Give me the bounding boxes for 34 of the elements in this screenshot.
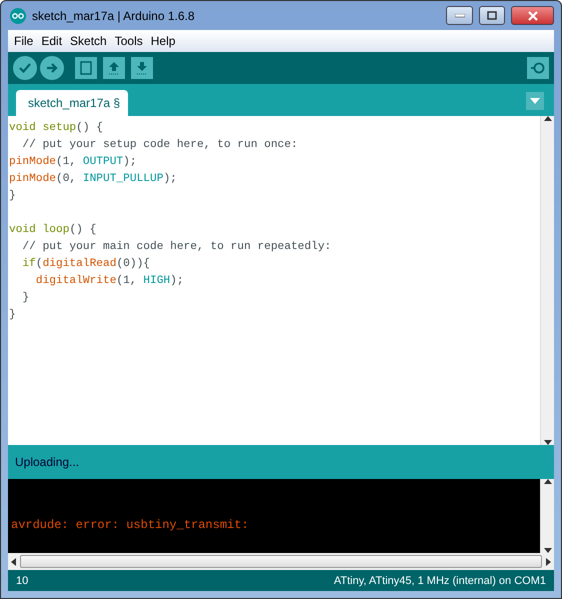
- menu-item[interactable]: File: [10, 34, 38, 48]
- arrow-up-icon: [108, 61, 120, 75]
- minimize-button[interactable]: [446, 6, 473, 25]
- sketch-tab[interactable]: sketch_mar17a §: [16, 90, 128, 116]
- scroll-left-icon[interactable]: [11, 558, 16, 566]
- close-button[interactable]: [511, 6, 554, 25]
- arrow-right-icon: [46, 63, 58, 73]
- board-info: ATtiny, ATtiny45, 1 MHz (internal) on COM1: [334, 574, 546, 586]
- arrow-down-icon: [136, 61, 148, 75]
- save-button[interactable]: [131, 57, 153, 79]
- checkmark-icon: [19, 63, 31, 73]
- menu-item[interactable]: Tools: [110, 34, 147, 48]
- new-button[interactable]: [75, 57, 97, 79]
- document-icon: [80, 61, 92, 75]
- console-line: avrdude: error: usbtiny_transmit:: [11, 518, 250, 532]
- logo-icon: [10, 8, 26, 24]
- scroll-right-icon[interactable]: [546, 558, 551, 566]
- minimize-icon: [454, 14, 464, 18]
- close-icon: [528, 10, 538, 20]
- maximize-button[interactable]: [479, 6, 505, 25]
- upload-button[interactable]: [40, 56, 64, 80]
- open-button[interactable]: [103, 57, 125, 79]
- window-title: sketch_mar17a | Arduino 1.6.8: [32, 8, 196, 22]
- magnifier-icon: [530, 61, 546, 75]
- line-number: 10: [16, 574, 28, 586]
- scroll-thumb[interactable]: [20, 555, 542, 568]
- menu-item[interactable]: Sketch: [66, 34, 111, 48]
- menu-item[interactable]: Help: [146, 34, 180, 48]
- caret-icon: [530, 98, 540, 104]
- menu-item[interactable]: Edit: [37, 34, 66, 48]
- status-text: Uploading...: [15, 455, 80, 469]
- serial-monitor-button[interactable]: [527, 57, 549, 79]
- verify-button[interactable]: [13, 56, 37, 80]
- maximize-icon: [487, 11, 497, 20]
